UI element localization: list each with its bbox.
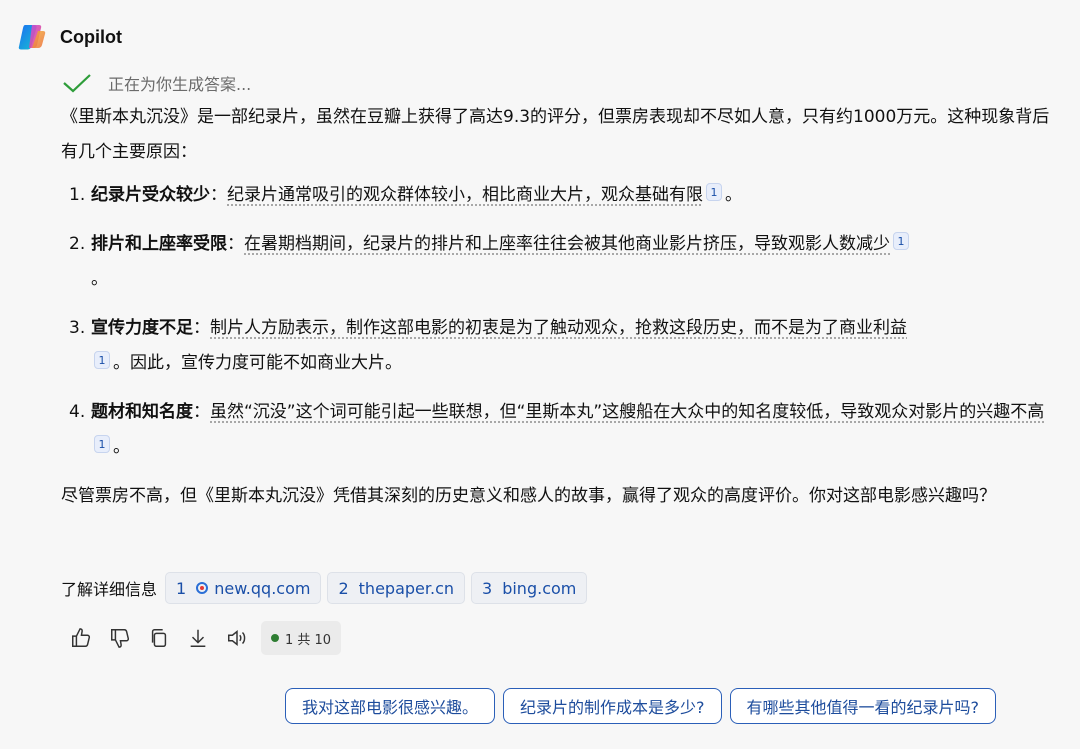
citation-marker[interactable]: 1 — [94, 435, 110, 453]
suggestion-button-2[interactable]: 纪录片的制作成本是多少? — [503, 688, 722, 724]
list-item: 2. 排片和上座率受限：在暑期档期间，纪录片的排片和上座率往往会被其他商业影片挤… — [61, 227, 1051, 297]
list-item: 1. 纪录片受众较少：纪录片通常吸引的观众群体较小，相比商业大片，观众基础有限 1… — [61, 178, 1051, 213]
source-domain: bing.com — [502, 578, 577, 598]
source-number: 2 — [338, 578, 349, 598]
source-number: 3 — [482, 578, 493, 598]
copy-icon — [151, 629, 167, 647]
answer-outro: 尽管票房不高，但《里斯本丸沉没》凭借其深刻的历史意义和感人的故事，赢得了观众的高… — [61, 486, 996, 506]
thumbs-up-icon — [72, 628, 91, 647]
qq-favicon-icon — [196, 582, 209, 594]
sources-label: 了解详细信息 — [61, 580, 158, 599]
response-actions: 1 共 10 — [66, 620, 342, 656]
source-link-3[interactable]: 3 bing.com — [471, 572, 588, 604]
source-number: 1 — [176, 578, 187, 598]
app-title: Copilot — [60, 26, 122, 47]
item-title: 宣传力度不足 — [91, 318, 193, 338]
thumbs-down-icon — [111, 629, 130, 648]
source-domain: new.qq.com — [214, 578, 311, 598]
dislike-button[interactable] — [105, 623, 135, 653]
check-icon — [63, 74, 91, 93]
item-title: 排片和上座率受限 — [91, 234, 227, 254]
status-text: 正在为你生成答案... — [108, 75, 252, 94]
item-text[interactable]: 纪录片通常吸引的观众群体较小，相比商业大片，观众基础有限 — [227, 185, 703, 205]
download-icon — [190, 629, 206, 647]
source-link-1[interactable]: 1 new.qq.com — [165, 572, 322, 604]
answer-intro: 《里斯本丸沉没》是一部纪录片，虽然在豆瓣上获得了高达9.3的评分，但票房表现却不… — [61, 107, 1050, 162]
citation-marker[interactable]: 1 — [706, 183, 722, 201]
list-number: 1. — [69, 185, 86, 205]
learn-more-sources: 了解详细信息 1 new.qq.com 2 thepaper.cn 3 bing… — [61, 572, 593, 604]
item-title: 题材和知名度 — [91, 402, 193, 422]
suggestion-button-3[interactable]: 有哪些其他值得一看的纪录片吗? — [729, 688, 997, 724]
export-button[interactable] — [183, 623, 213, 653]
item-separator: ： — [227, 234, 244, 254]
list-number: 4. — [69, 402, 86, 422]
item-title: 纪录片受众较少 — [91, 185, 210, 205]
list-number: 2. — [69, 234, 86, 254]
item-separator: ： — [210, 185, 227, 205]
source-link-2[interactable]: 2 thepaper.cn — [327, 572, 466, 604]
item-tail: 。 — [113, 437, 130, 457]
item-text[interactable]: 虽然“沉没”这个词可能引起一些联想，但“里斯本丸”这艘船在大众中的知名度较低，导… — [210, 402, 1044, 422]
counter-text: 1 共 10 — [285, 632, 332, 648]
citation-marker[interactable]: 1 — [94, 351, 110, 369]
citation-marker[interactable]: 1 — [893, 232, 909, 250]
list-item: 4. 题材和知名度：虽然“沉没”这个词可能引起一些联想，但“里斯本丸”这艘船在大… — [61, 395, 1051, 465]
status-dot — [271, 634, 279, 642]
item-tail: 。 — [91, 269, 108, 289]
item-tail: 。 — [725, 185, 742, 205]
answer-body: 《里斯本丸沉没》是一部纪录片，虽然在豆瓣上获得了高达9.3的评分，但票房表现却不… — [61, 100, 1051, 514]
copilot-logo-icon — [18, 25, 46, 50]
like-button[interactable] — [66, 623, 96, 653]
list-number: 3. — [69, 318, 86, 338]
suggestion-button-1[interactable]: 我对这部电影很感兴趣。 — [285, 688, 496, 724]
read-aloud-button[interactable] — [222, 623, 252, 653]
item-text[interactable]: 在暑期档期间，纪录片的排片和上座率往往会被其他商业影片挤压，导致观影人数减少 — [244, 234, 890, 254]
item-separator: ： — [193, 318, 210, 338]
suggested-prompts: 我对这部电影很感兴趣。 纪录片的制作成本是多少? 有哪些其他值得一看的纪录片吗? — [285, 688, 1004, 724]
item-tail: 。因此，宣传力度可能不如商业大片。 — [113, 353, 402, 373]
copy-button[interactable] — [144, 623, 174, 653]
item-separator: ： — [193, 402, 210, 422]
item-text[interactable]: 制片人方励表示，制作这部电影的初衷是为了触动观众，抢救这段历史，而不是为了商业利… — [210, 318, 907, 338]
header: Copilot — [16, 21, 122, 53]
reason-list: 1. 纪录片受众较少：纪录片通常吸引的观众群体较小，相比商业大片，观众基础有限 1… — [61, 178, 1051, 465]
speaker-icon — [228, 630, 246, 646]
generation-status: 正在为你生成答案... — [62, 68, 251, 98]
source-domain: thepaper.cn — [358, 578, 455, 598]
list-item: 3. 宣传力度不足：制片人方励表示，制作这部电影的初衷是为了触动观众，抢救这段历… — [61, 311, 1051, 381]
response-counter: 1 共 10 — [261, 621, 342, 655]
